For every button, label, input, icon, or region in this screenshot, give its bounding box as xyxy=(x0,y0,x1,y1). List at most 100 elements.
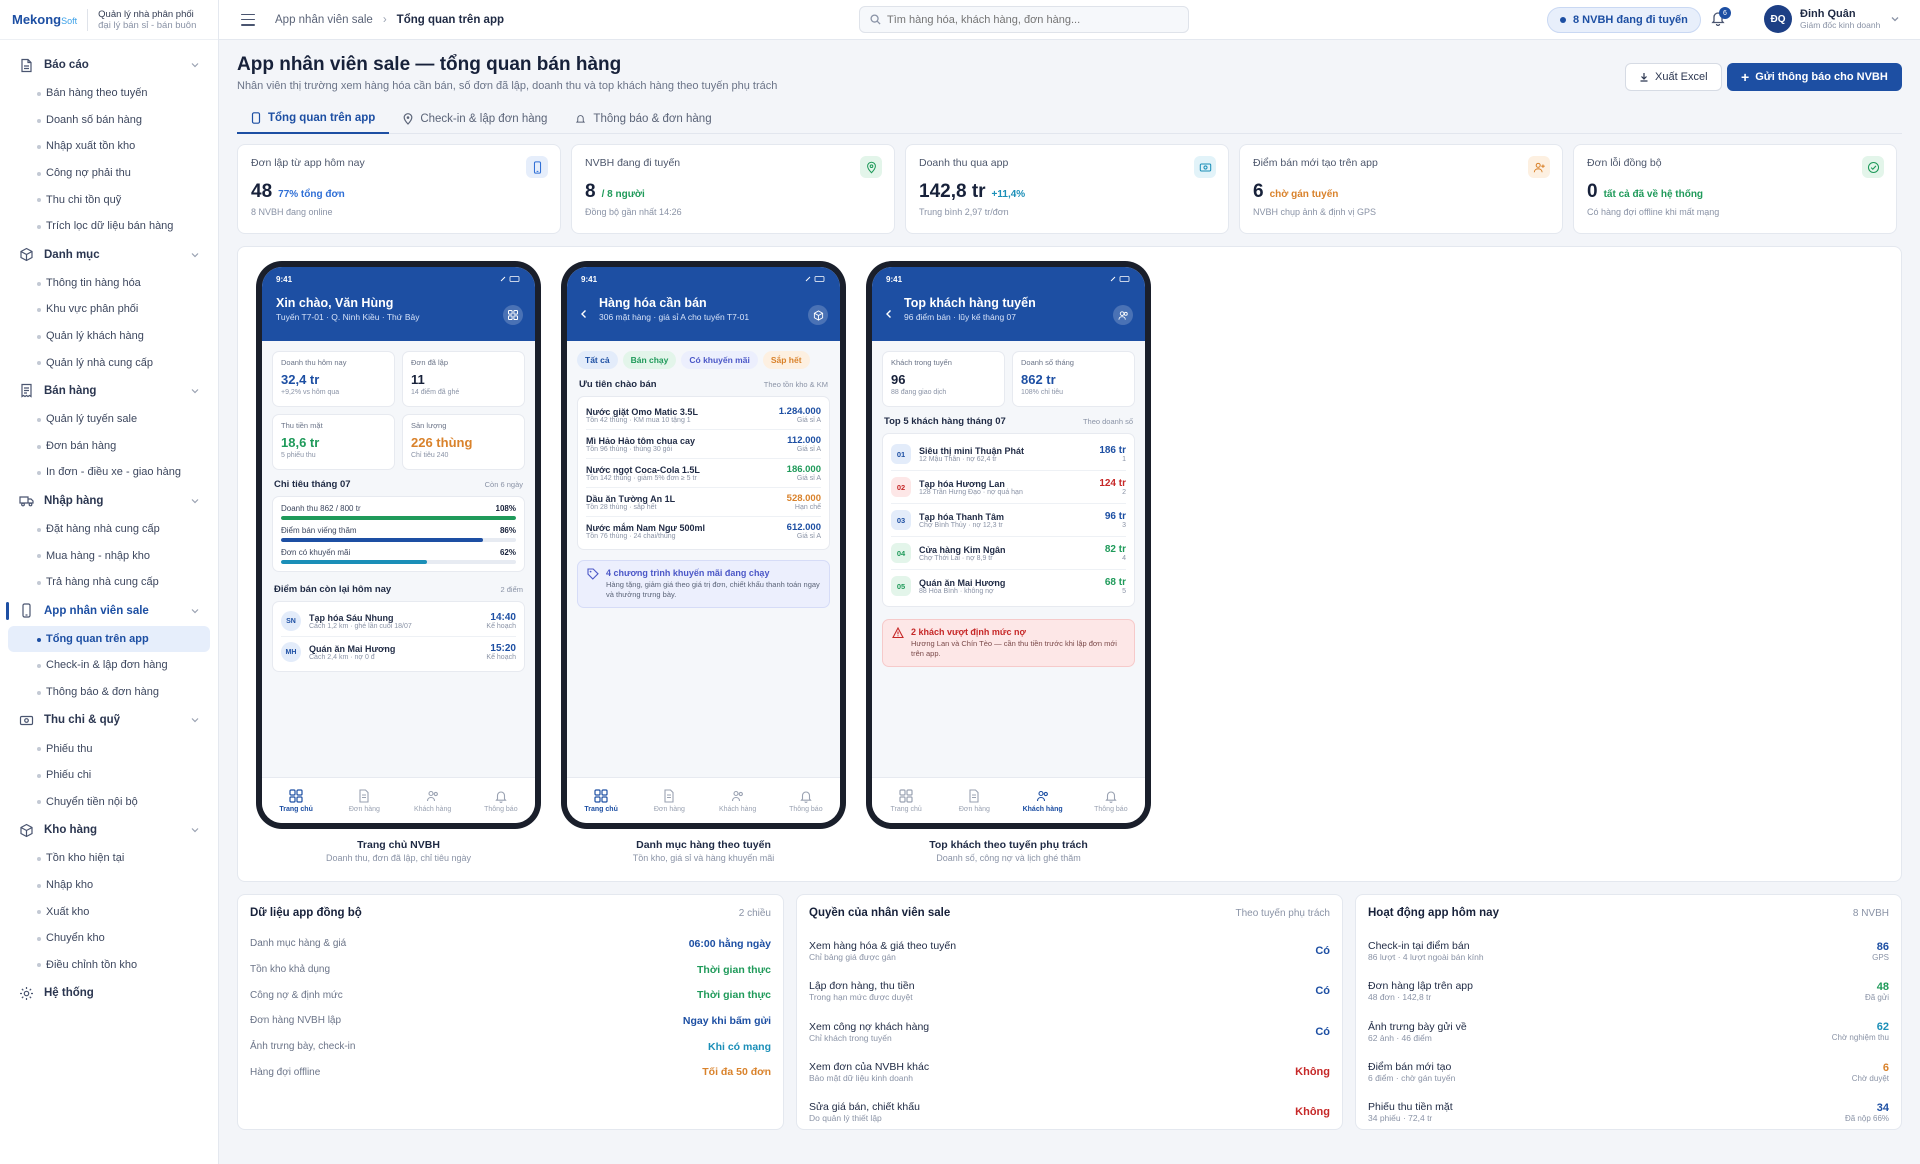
sidebar-item-chuyen-kho[interactable]: Chuyển kho xyxy=(0,925,210,952)
list-item[interactable]: 03 Tạp hóa Thanh Tâm Chợ Bình Thủy · nợ 12… xyxy=(891,504,1126,537)
phone-tab-khach-hang[interactable]: Khách hàng xyxy=(1009,778,1077,823)
send-notification-button[interactable]: + Gửi thông báo cho NVBH xyxy=(1727,63,1902,91)
tab-notifications[interactable]: Thông báo & đơn hàng xyxy=(561,104,725,134)
breadcrumb-parent[interactable]: App nhân viên sale xyxy=(275,14,373,26)
list-item[interactable]: MH Quán ăn Mai Hương Cách 2,4 km · nợ 0 đ 1… xyxy=(281,637,516,667)
export-excel-button[interactable]: Xuất Excel xyxy=(1625,63,1722,91)
sidebar-item-quan-ly-nha-cung-cap[interactable]: Quản lý nhà cung cấp xyxy=(0,349,210,376)
filter-chip[interactable]: Có khuyến mãi xyxy=(681,351,758,369)
sidebar-item-thong-bao-don-hang[interactable]: Thông báo & đơn hàng xyxy=(0,679,210,706)
list-item[interactable]: Nước mắm Nam Ngư 500ml Tồn 76 thùng · 24 … xyxy=(586,517,821,545)
sidebar-item-doanh-so-ban-hang[interactable]: Doanh số bán hàng xyxy=(0,107,210,134)
list-item[interactable]: 01 Siêu thị mini Thuận Phát 12 Mậu Thân · … xyxy=(891,438,1126,471)
phone-tab-thong-bao[interactable]: Thông báo xyxy=(1077,778,1145,823)
table-row: Xem công nợ khách hàng Chỉ khách trong tu… xyxy=(809,1012,1330,1052)
list-item[interactable]: 02 Tạp hóa Hương Lan 128 Trần Hưng Đạo · n… xyxy=(891,471,1126,504)
customer-index: 2 xyxy=(1122,489,1126,496)
stat-card[interactable]: Doanh thu hôm nay 32,4 tr +9,2% vs hôm qua xyxy=(272,351,395,407)
stat-card[interactable]: Khách trong tuyến 96 88 đang giao dịch xyxy=(882,351,1005,407)
user-menu[interactable]: ĐQ Đinh Quân Giám đốc kinh doanh xyxy=(1764,5,1900,33)
list-item[interactable]: SN Tạp hóa Sáu Nhung Cách 1,2 km · ghé lần… xyxy=(281,606,516,637)
sidebar-group-ban-hang[interactable]: Bán hàng xyxy=(0,376,218,406)
search-box[interactable] xyxy=(859,6,1189,33)
phone-subtitle: 306 mặt hàng · giá sỉ A cho tuyến T7-01 xyxy=(599,312,750,322)
sidebar-item-cong-no-phai-thu[interactable]: Công nợ phải thu xyxy=(0,160,210,187)
kpi-card[interactable]: Đơn lập từ app hôm nay 48 77% tổng đơn 8 NV… xyxy=(237,144,561,234)
sidebar-group-nhap-hang[interactable]: Nhập hàng xyxy=(0,486,218,516)
brand[interactable]: MekongSoft Quản lý nhà phân phối đại lý … xyxy=(0,0,218,40)
kpi-card[interactable]: Doanh thu qua app 142,8 tr +11,4% Trung bìn… xyxy=(905,144,1229,234)
phone-tab-thong-bao[interactable]: Thông báo xyxy=(772,778,840,823)
top-customers-title: Top 5 khách hàng tháng 07 xyxy=(884,416,1006,427)
phone-tab-trang-chu[interactable]: Trang chủ xyxy=(262,778,330,823)
sidebar-item-in-don-dieu-xe-giao-hang[interactable]: In đơn - điều xe - giao hàng xyxy=(0,459,210,486)
sidebar-item-tra-hang-nha-cung-cap[interactable]: Trả hàng nhà cung cấp xyxy=(0,569,210,596)
sidebar-item-nhap-xuat-ton-kho[interactable]: Nhập xuất tồn kho xyxy=(0,133,210,160)
list-item[interactable]: Nước giặt Omo Matic 3.5L Tồn 42 thùng · K… xyxy=(586,401,821,430)
sidebar-item-thong-tin-hang-hoa[interactable]: Thông tin hàng hóa xyxy=(0,270,210,297)
kpi-card[interactable]: Điểm bán mới tạo trên app 6 chờ gán tuyến N… xyxy=(1239,144,1563,234)
promo-banner[interactable]: 4 chương trình khuyến mãi đang chạy Hàng… xyxy=(577,560,830,608)
filter-chip[interactable]: Sắp hết xyxy=(762,351,810,369)
phone-tab-don-hang[interactable]: Đơn hàng xyxy=(940,778,1008,823)
sidebar-item-khu-vuc-phan-phoi[interactable]: Khu vực phân phối xyxy=(0,296,210,323)
filter-chip[interactable]: Tất cả xyxy=(577,351,618,369)
sidebar-group-app-nhan-vien-sale[interactable]: App nhân viên sale xyxy=(0,596,218,626)
box-icon[interactable] xyxy=(808,305,828,325)
tab-overview[interactable]: Tổng quan trên app xyxy=(237,104,390,134)
phone-tab-trang-chu[interactable]: Trang chủ xyxy=(872,778,940,823)
tab-checkin[interactable]: Check-in & lập đơn hàng xyxy=(389,104,561,134)
sidebar-item-don-ban-hang[interactable]: Đơn bán hàng xyxy=(0,433,210,460)
sidebar-group-danh-muc[interactable]: Danh mục xyxy=(0,240,218,270)
sidebar-group-bao-cao[interactable]: Báo cáo xyxy=(0,50,218,80)
sidebar-group-he-thong[interactable]: Hệ thống xyxy=(0,978,218,1008)
sidebar-item-quan-ly-tuyen-sale[interactable]: Quản lý tuyến sale xyxy=(0,406,210,433)
sidebar-item-quan-ly-khach-hang[interactable]: Quản lý khách hàng xyxy=(0,323,210,350)
sidebar-item-trich-loc-du-lieu-ban-hang[interactable]: Trích lọc dữ liệu bán hàng xyxy=(0,213,210,240)
grid-icon[interactable] xyxy=(503,305,523,325)
menu-icon[interactable] xyxy=(241,13,255,26)
phone-tab-thong-bao[interactable]: Thông báo xyxy=(467,778,535,823)
sidebar-item-nhap-kho[interactable]: Nhập kho xyxy=(0,872,210,899)
stat-card[interactable]: Sản lượng 226 thùng Chỉ tiêu 240 xyxy=(402,414,525,470)
sidebar-item-chuyen-tien-noi-bo[interactable]: Chuyển tiền nội bộ xyxy=(0,788,210,815)
phone-tab-khach-hang[interactable]: Khách hàng xyxy=(399,778,467,823)
debt-alert[interactable]: 2 khách vượt định mức nợ Hương Lan và Ch… xyxy=(882,619,1135,667)
stat-card[interactable]: Đơn đã lập 11 14 điểm đã ghé xyxy=(402,351,525,407)
sidebar-item-thu-chi-ton-quy[interactable]: Thu chi tồn quỹ xyxy=(0,186,210,213)
stat-card[interactable]: Doanh số tháng 862 tr 108% chỉ tiêu xyxy=(1012,351,1135,407)
sidebar-group-thu-chi-quy[interactable]: Thu chi & quỹ xyxy=(0,705,218,735)
sidebar-item-tong-quan-tren-app[interactable]: Tổng quan trên app xyxy=(8,625,210,653)
sidebar-item-ban-hang-theo-tuyen[interactable]: Bán hàng theo tuyến xyxy=(0,80,210,107)
sidebar-item-dieu-chinh-ton-kho[interactable]: Điều chỉnh tồn kho xyxy=(0,951,210,978)
phone-tab-khach-hang[interactable]: Khách hàng xyxy=(704,778,772,823)
sidebar-item-phieu-chi[interactable]: Phiếu chi xyxy=(0,762,210,789)
list-item[interactable]: Nước ngọt Coca-Cola 1.5L Tồn 142 thùng · … xyxy=(586,459,821,488)
notification-button[interactable]: 6 xyxy=(1710,7,1731,30)
sidebar-group-kho-hang[interactable]: Kho hàng xyxy=(0,815,218,845)
stop-plan: Kế hoạch xyxy=(486,654,516,661)
users-icon[interactable] xyxy=(1113,305,1133,325)
list-item[interactable]: Mì Hảo Hảo tôm chua cay Tồn 96 thùng · th… xyxy=(586,430,821,459)
filter-chip[interactable]: Bán chạy xyxy=(622,351,677,369)
search-input[interactable] xyxy=(887,13,1167,26)
table-row: Danh mục hàng & giá 06:00 hằng ngày xyxy=(250,931,771,957)
sidebar-item-dat-hang-nha-cung-cap[interactable]: Đặt hàng nhà cung cấp xyxy=(0,516,210,543)
phone-tab-don-hang[interactable]: Đơn hàng xyxy=(635,778,703,823)
stat-card[interactable]: Thu tiền mặt 18,6 tr 5 phiếu thu xyxy=(272,414,395,470)
phone-tab-don-hang[interactable]: Đơn hàng xyxy=(330,778,398,823)
sidebar-item-phieu-thu[interactable]: Phiếu thu xyxy=(0,735,210,762)
list-item[interactable]: Dầu ăn Tường An 1L Tồn 28 thùng · sắp hết… xyxy=(586,488,821,517)
phone-tab-trang-chu[interactable]: Trang chủ xyxy=(567,778,635,823)
online-staff-pill[interactable]: 8 NVBH đang đi tuyến xyxy=(1547,7,1701,33)
back-icon[interactable] xyxy=(884,309,894,319)
kpi-card[interactable]: Đơn lỗi đồng bộ 0 tất cả đã về hệ thống Có … xyxy=(1573,144,1897,234)
kpi-card[interactable]: NVBH đang đi tuyến 8 / 8 người Đồng bộ gần … xyxy=(571,144,895,234)
list-item[interactable]: 04 Cửa hàng Kim Ngân Chợ Thới Lai · nợ 8,9… xyxy=(891,537,1126,570)
sidebar-item-check-in-lap-don-hang[interactable]: Check-in & lập đơn hàng xyxy=(0,652,210,679)
back-icon[interactable] xyxy=(579,309,589,319)
sidebar-item-ton-kho-hien-tai[interactable]: Tồn kho hiện tại xyxy=(0,845,210,872)
sidebar-item-xuat-kho[interactable]: Xuất kho xyxy=(0,898,210,925)
sidebar-item-mua-hang-nhap-kho[interactable]: Mua hàng - nhập kho xyxy=(0,542,210,569)
list-item[interactable]: 05 Quán ăn Mai Hương 88 Hòa Bình · không n… xyxy=(891,570,1126,602)
